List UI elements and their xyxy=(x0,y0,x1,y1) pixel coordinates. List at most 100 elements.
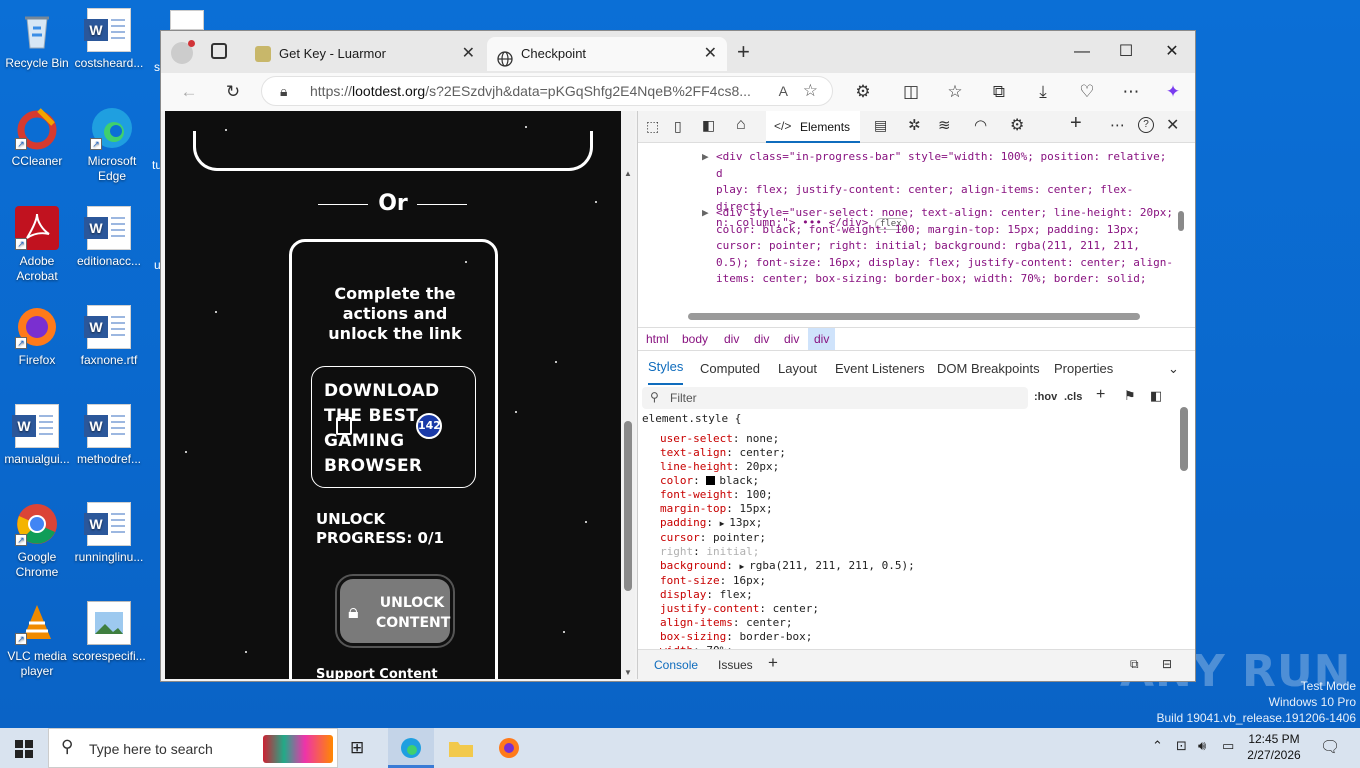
style-declaration[interactable]: display: flex; xyxy=(660,588,1176,602)
tab-get-key[interactable]: Get Key - Luarmor ✕ xyxy=(245,37,485,71)
style-declaration[interactable]: cursor: pointer; xyxy=(660,531,1176,545)
network-wifi-icon[interactable]: ≋ xyxy=(938,116,951,134)
chevron-down-icon[interactable]: ⌄ xyxy=(1168,351,1179,387)
scorespecifi-shortcut[interactable]: scorespecifi... xyxy=(72,601,146,664)
tab-dom-breakpoints[interactable]: DOM Breakpoints xyxy=(937,351,1040,387)
microsoft-edge-shortcut[interactable]: ↗ Microsoft Edge xyxy=(75,106,149,184)
page-scrollbar[interactable]: ▲ ▼ xyxy=(621,111,635,679)
split-screen-icon[interactable]: ◫ xyxy=(897,79,925,105)
google-chrome-shortcut[interactable]: ↗ Google Chrome xyxy=(0,502,74,580)
close-window-icon[interactable]: ✕ xyxy=(1149,37,1195,67)
minimize-icon[interactable]: — xyxy=(1059,37,1105,67)
tab-checkpoint[interactable]: Checkpoint ✕ xyxy=(487,37,727,71)
runninglinu-shortcut[interactable]: runninglinu... xyxy=(72,502,146,565)
costsheard-shortcut[interactable]: costsheard... xyxy=(72,8,146,71)
show-hidden-icons-chevron[interactable]: ⌃ xyxy=(1152,738,1163,754)
copilot-icon[interactable]: ✦ xyxy=(1159,79,1187,105)
close-devtools-icon[interactable]: ✕ xyxy=(1166,115,1179,135)
welcome-home-icon[interactable]: ⌂ xyxy=(736,116,746,134)
start-button[interactable] xyxy=(0,728,48,768)
style-declaration[interactable]: text-align: center; xyxy=(660,446,1176,460)
element-state-icon[interactable]: ⚑ xyxy=(1124,388,1136,404)
color-swatch[interactable] xyxy=(706,475,716,485)
methodref-shortcut[interactable]: methodref... xyxy=(72,404,146,467)
new-tab-icon[interactable]: + xyxy=(737,39,750,65)
network-icon[interactable]: ⊡ xyxy=(1176,738,1187,754)
browser-essentials-icon[interactable]: ♡ xyxy=(1073,79,1101,105)
style-declaration[interactable]: background: ▶ rgba(211, 211, 211, 0.5); xyxy=(660,559,1176,574)
downloads-icon[interactable]: ⤓ xyxy=(1029,79,1057,105)
taskbar-firefox[interactable] xyxy=(486,728,532,768)
close-tab-icon[interactable]: ✕ xyxy=(704,37,717,71)
console-tab-icon[interactable]: ▤ xyxy=(874,117,887,134)
expand-triangle-icon[interactable]: ▶ xyxy=(702,149,709,166)
task-view-icon[interactable]: ⊞ xyxy=(350,738,364,758)
taskbar-edge[interactable] xyxy=(388,728,434,768)
read-aloud-icon[interactable]: A xyxy=(779,77,788,105)
style-declaration[interactable]: line-height: 20px; xyxy=(660,460,1176,474)
taskbar-clock[interactable]: 12:45 PM 2/27/2026 xyxy=(1244,731,1304,763)
class-toggle[interactable]: .cls xyxy=(1064,391,1082,403)
style-declaration[interactable]: margin-top: 15px; xyxy=(660,502,1176,516)
help-icon[interactable]: ? xyxy=(1138,117,1154,133)
page-scroll-thumb[interactable] xyxy=(624,421,632,591)
maximize-icon[interactable]: ☐ xyxy=(1103,37,1149,67)
settings-gear-icon[interactable]: ⚙ xyxy=(1010,115,1024,135)
breadcrumb-item[interactable]: html xyxy=(646,328,669,350)
breadcrumb-item[interactable]: div xyxy=(784,328,799,350)
favorites-icon[interactable]: ☆ xyxy=(941,79,969,105)
style-declaration[interactable]: justify-content: center; xyxy=(660,602,1176,616)
back-icon[interactable]: ← xyxy=(175,79,203,105)
firefox-shortcut[interactable]: ↗ Firefox xyxy=(0,305,74,368)
breadcrumb-item[interactable]: div xyxy=(724,328,739,350)
editionacc-shortcut[interactable]: editionacc... xyxy=(72,206,146,269)
style-declaration[interactable]: right: initial; xyxy=(660,545,1176,559)
more-tools-plus-icon[interactable]: + xyxy=(1070,112,1082,135)
battery-icon[interactable]: ▭ xyxy=(1222,738,1234,754)
tab-elements[interactable]: </> Elements xyxy=(766,111,860,143)
scroll-down-icon[interactable]: ▼ xyxy=(624,668,632,677)
dom-horizontal-scrollbar[interactable] xyxy=(688,313,1140,320)
expand-triangle-icon[interactable]: ▶ xyxy=(739,562,749,571)
performance-icon[interactable]: ◠ xyxy=(974,116,987,134)
refresh-icon[interactable]: ↻ xyxy=(219,79,247,105)
close-tab-icon[interactable]: ✕ xyxy=(462,37,475,71)
favorite-star-icon[interactable]: ☆ xyxy=(803,77,818,105)
taskbar-search-box[interactable]: ⚲ Type here to search xyxy=(48,728,338,768)
drawer-tab-console[interactable]: Console xyxy=(654,658,698,672)
profile-avatar[interactable] xyxy=(171,40,195,64)
extensions-icon[interactable]: ⚙ xyxy=(849,79,877,105)
dom-node-selected[interactable]: <div style="user-select: none; text-alig… xyxy=(716,205,1176,288)
expand-triangle-icon[interactable]: ▶ xyxy=(720,519,730,528)
address-bar[interactable]: 🔒︎ https://lootdest.org/s?2ESzdvjh&data=… xyxy=(261,76,833,106)
more-menu-icon[interactable]: ⋯ xyxy=(1117,79,1145,105)
dom-scroll-thumb[interactable] xyxy=(1178,211,1184,231)
styles-filter-input[interactable]: ⚲ Filter xyxy=(642,387,1028,409)
tab-layout[interactable]: Layout xyxy=(778,351,817,387)
style-declaration[interactable]: user-select: none; xyxy=(660,432,1176,446)
collections-icon[interactable]: ⧉ xyxy=(985,79,1013,105)
scroll-up-icon[interactable]: ▲ xyxy=(624,169,632,178)
faxnone-shortcut[interactable]: faxnone.rtf xyxy=(72,305,146,368)
drawer-tab-issues[interactable]: Issues xyxy=(718,658,753,672)
add-drawer-tab-icon[interactable]: + xyxy=(768,653,778,673)
tab-computed[interactable]: Computed xyxy=(700,351,760,387)
volume-icon[interactable]: 🔊︎ xyxy=(1198,738,1206,754)
style-declaration[interactable]: font-weight: 100; xyxy=(660,488,1176,502)
inspect-element-icon[interactable]: ⬚ xyxy=(646,118,659,135)
download-browser-action[interactable]: DOWNLOAD THE BEST GAMING BROWSER 142 xyxy=(311,366,476,488)
styles-scroll-thumb[interactable] xyxy=(1180,407,1188,471)
recycle-bin-shortcut[interactable]: Recycle Bin xyxy=(0,8,74,71)
vlc-shortcut[interactable]: ↗ VLC media player xyxy=(0,601,74,679)
tab-styles[interactable]: Styles xyxy=(648,351,684,385)
close-drawer-icon[interactable]: ⊟ xyxy=(1162,657,1172,671)
taskbar-file-explorer[interactable] xyxy=(438,728,484,768)
style-declaration[interactable]: color: black; xyxy=(660,474,1176,488)
breadcrumb-item[interactable]: div xyxy=(754,328,769,350)
ccleaner-shortcut[interactable]: ↗ CCleaner xyxy=(0,106,74,169)
style-declaration[interactable]: box-sizing: border-box; xyxy=(660,630,1176,644)
expand-triangle-icon[interactable]: ▶ xyxy=(702,205,709,222)
unlock-content-button[interactable]: 🔒︎ UNLOCK CONTENT xyxy=(337,576,453,646)
notifications-icon[interactable]: 🗨︎ xyxy=(1320,737,1340,757)
devtools-more-icon[interactable]: ⋯ xyxy=(1110,116,1125,134)
